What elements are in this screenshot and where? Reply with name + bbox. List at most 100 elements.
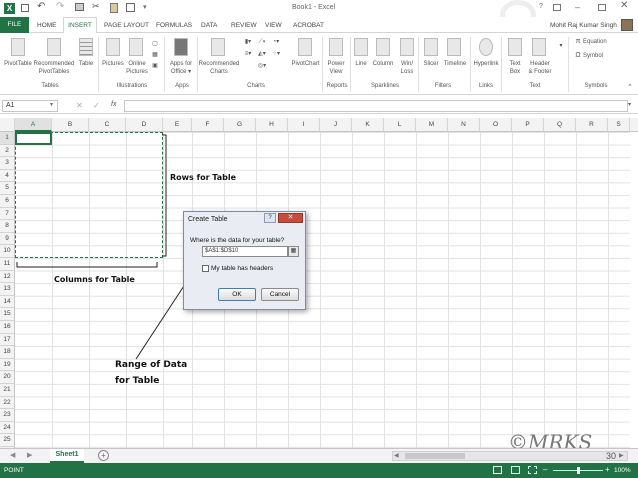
zoom-out-button[interactable]: –	[543, 465, 547, 474]
dialog-help-button[interactable]: ?	[264, 213, 276, 223]
row-header-18[interactable]: 18	[0, 346, 14, 359]
scrollbar-left-arrow[interactable]: ◀	[394, 452, 399, 459]
insert-function-icon[interactable]: fx	[111, 101, 116, 108]
column-header-q[interactable]: Q	[544, 118, 576, 132]
pivotchart-button[interactable]: PivotChart	[289, 60, 322, 68]
pictures-button[interactable]: Pictures	[100, 60, 126, 68]
row-header-25[interactable]: 25	[0, 434, 14, 447]
winloss-sparkline-button[interactable]: Win/Loss	[396, 60, 418, 76]
minimize-icon[interactable]: –	[575, 2, 580, 12]
row-header-3[interactable]: 3	[0, 157, 14, 170]
text-more-button[interactable]: ▾	[556, 42, 566, 50]
column-header-f[interactable]: F	[192, 118, 224, 132]
row-header-8[interactable]: 8	[0, 220, 14, 233]
recommended-pivottables-button[interactable]: Recommended PivotTables	[33, 60, 75, 76]
column-header-a[interactable]: A	[15, 118, 52, 132]
headers-checkbox[interactable]	[202, 265, 209, 272]
online-pictures-button[interactable]: Online Pictures	[124, 60, 150, 76]
row-header-12[interactable]: 12	[0, 271, 14, 284]
text-box-button[interactable]: Text Box	[503, 60, 527, 76]
shapes-button[interactable]: ▢	[150, 40, 160, 48]
dialog-close-button[interactable]: ✕	[278, 213, 303, 223]
expand-formula-icon[interactable]: ▾	[628, 101, 631, 108]
column-header-k[interactable]: K	[352, 118, 384, 132]
tab-view[interactable]: VIEW	[265, 22, 282, 29]
column-header-o[interactable]: O	[480, 118, 512, 132]
column-header-s[interactable]: S	[608, 118, 630, 132]
row-header-24[interactable]: 24	[0, 422, 14, 435]
column-header-c[interactable]: C	[89, 118, 126, 132]
row-header-15[interactable]: 15	[0, 308, 14, 321]
scroll-sheets-right-icon[interactable]: ▶	[27, 451, 32, 459]
collapse-ribbon-icon[interactable]: ^	[626, 83, 634, 91]
row-header-2[interactable]: 2	[0, 145, 14, 158]
help-icon[interactable]: ?	[539, 3, 543, 10]
column-header-g[interactable]: G	[224, 118, 256, 132]
save-icon[interactable]	[21, 4, 29, 12]
column-header-j[interactable]: J	[320, 118, 352, 132]
row-header-21[interactable]: 21	[0, 384, 14, 397]
column-header-l[interactable]: L	[384, 118, 416, 132]
screenshot-button[interactable]: ▣	[150, 62, 160, 70]
cancel-button[interactable]: Cancel	[261, 288, 299, 301]
row-header-13[interactable]: 13	[0, 283, 14, 296]
row-header-6[interactable]: 6	[0, 195, 14, 208]
tab-acrobat[interactable]: ACROBAT	[293, 22, 324, 29]
user-name[interactable]: Mohit Raj Kumar Singh	[550, 22, 617, 29]
row-header-16[interactable]: 16	[0, 321, 14, 334]
recommended-charts-button[interactable]: Recommended Charts	[198, 60, 240, 76]
paste-icon[interactable]	[110, 3, 118, 13]
customize-toolbar-icon[interactable]: ▾	[143, 3, 147, 11]
table-button[interactable]: Table	[76, 60, 96, 68]
column-chart-button[interactable]: ▮▾	[242, 38, 254, 46]
maximize-icon[interactable]	[598, 4, 606, 11]
page-break-view-icon[interactable]	[528, 466, 537, 474]
page-layout-view-icon[interactable]	[511, 466, 520, 474]
print-icon[interactable]	[75, 3, 84, 11]
row-header-22[interactable]: 22	[0, 397, 14, 410]
pie-chart-button[interactable]: ◔▾	[270, 38, 282, 46]
confirm-entry-icon[interactable]: ✓	[93, 101, 100, 110]
row-header-20[interactable]: 20	[0, 371, 14, 384]
headers-checkbox-label[interactable]: My table has headers	[211, 265, 273, 272]
sheet-tab-sheet1[interactable]: Sheet1	[50, 449, 84, 463]
other-charts-button[interactable]: ◎▾	[256, 62, 268, 70]
tab-home[interactable]: HOME	[37, 22, 57, 29]
column-sparkline-button[interactable]: Column	[370, 60, 396, 68]
row-header-7[interactable]: 7	[0, 208, 14, 221]
close-icon[interactable]: ✕	[620, 0, 628, 11]
scatter-chart-button[interactable]: ⁘▾	[270, 50, 282, 58]
cut-icon[interactable]: ✂	[92, 1, 100, 12]
collapse-dialog-button[interactable]: ▦	[288, 246, 299, 257]
zoom-in-button[interactable]: +	[605, 465, 610, 474]
row-header-5[interactable]: 5	[0, 182, 14, 195]
hyperlink-button[interactable]: Hyperlink	[471, 60, 501, 68]
timeline-button[interactable]: Timeline	[441, 60, 469, 68]
row-header-11[interactable]: 11	[0, 258, 14, 271]
column-header-d[interactable]: D	[126, 118, 163, 132]
new-sheet-button[interactable]: +	[98, 450, 109, 461]
row-header-14[interactable]: 14	[0, 296, 14, 309]
name-box-dropdown-icon[interactable]: ▾	[50, 101, 53, 108]
scrollbar-right-arrow[interactable]: ▶	[619, 452, 624, 459]
column-header-e[interactable]: E	[163, 118, 192, 132]
column-header-p[interactable]: P	[512, 118, 544, 132]
slicer-button[interactable]: Slicer	[420, 60, 442, 68]
power-view-button[interactable]: Power View	[324, 60, 348, 76]
bar-chart-button[interactable]: ≡▾	[242, 50, 254, 58]
scrollbar-thumb[interactable]	[405, 453, 465, 459]
apps-for-office-button[interactable]: Apps for Office ▾	[166, 60, 196, 76]
tab-insert[interactable]: INSERT	[63, 17, 97, 34]
line-sparkline-button[interactable]: Line	[352, 60, 370, 68]
line-chart-button[interactable]: ⟋▾	[256, 38, 268, 46]
tab-data[interactable]: DATA	[201, 22, 217, 29]
column-header-m[interactable]: M	[416, 118, 448, 132]
row-header-4[interactable]: 4	[0, 170, 14, 183]
select-all-button[interactable]	[0, 118, 15, 132]
area-chart-button[interactable]: ◭▾	[256, 50, 268, 58]
tab-formulas[interactable]: FORMULAS	[156, 22, 192, 29]
copy-icon[interactable]	[126, 3, 135, 12]
zoom-slider[interactable]	[553, 467, 603, 474]
zoom-level[interactable]: 100%	[614, 467, 631, 474]
pivottable-button[interactable]: PivotTable	[3, 60, 33, 68]
